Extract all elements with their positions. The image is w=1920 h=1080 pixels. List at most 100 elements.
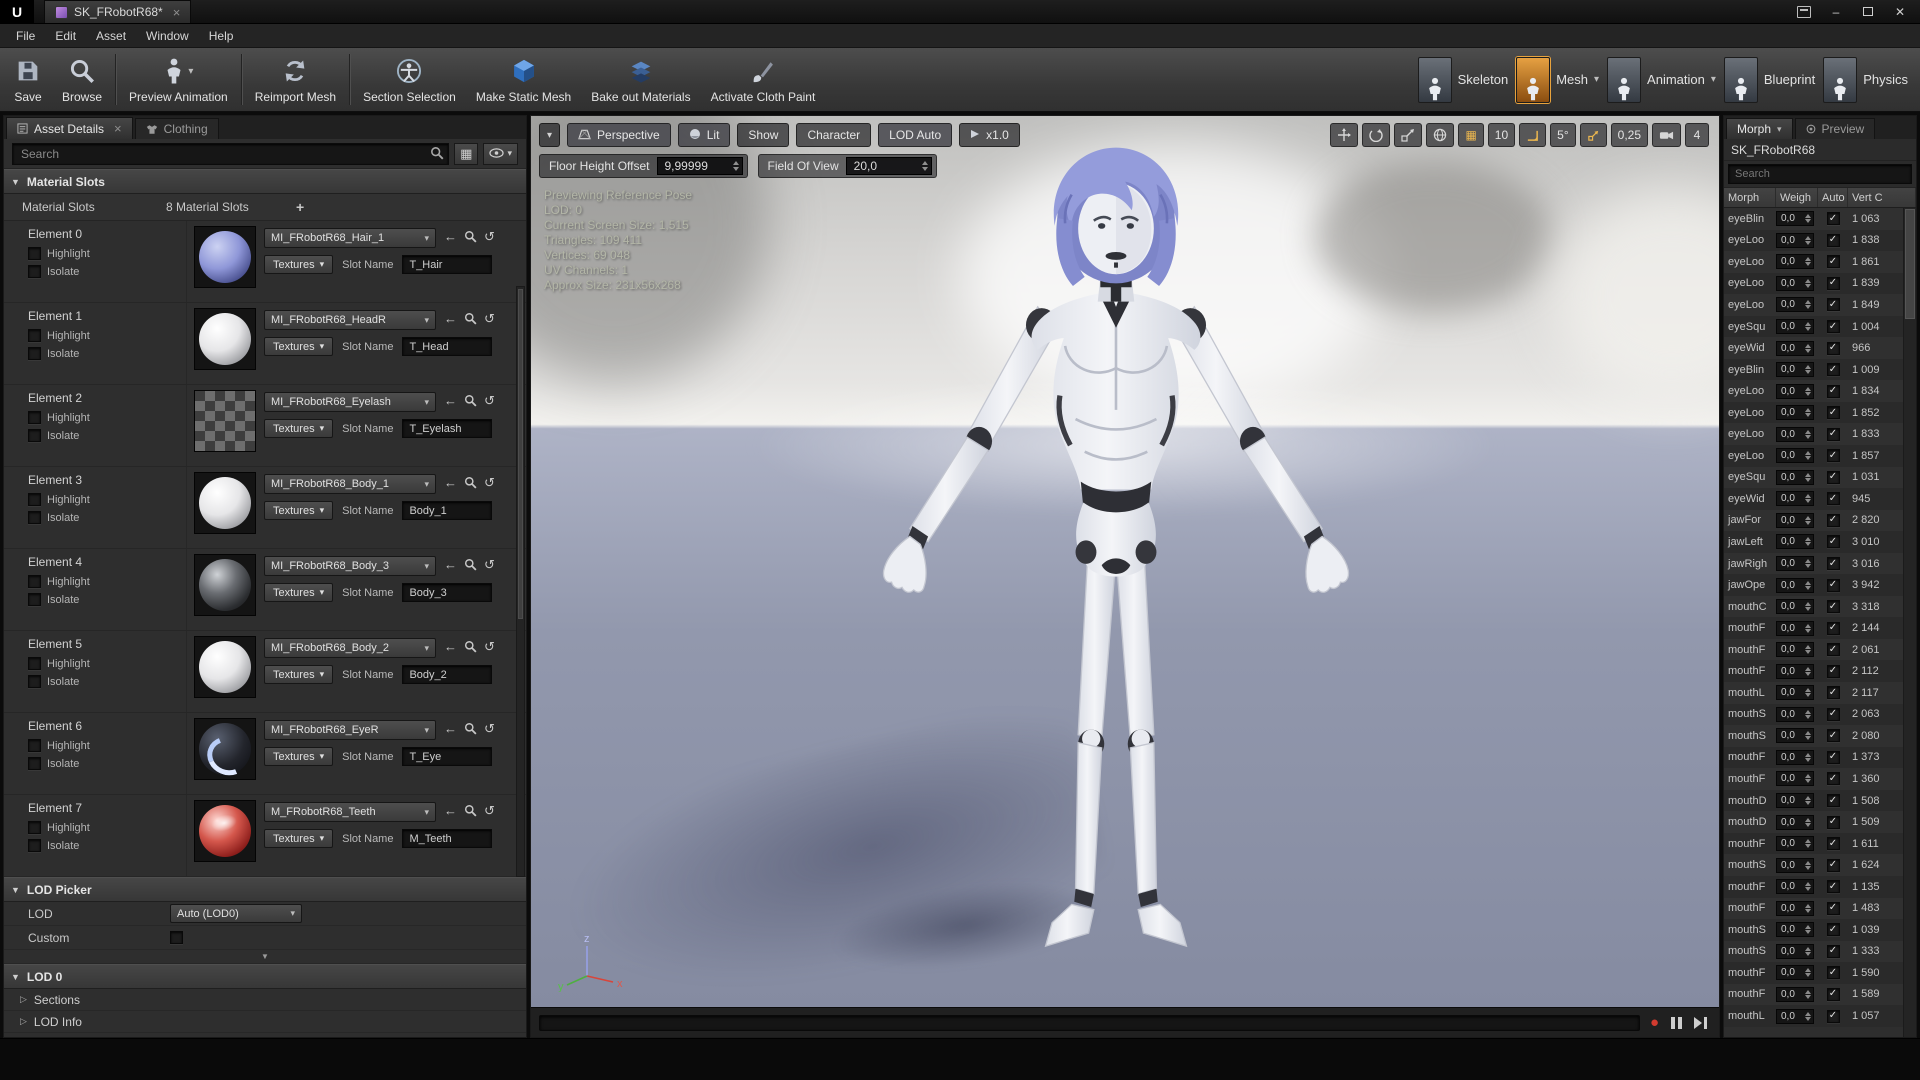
tab-close-icon[interactable]: × (114, 121, 122, 136)
spinner-icon[interactable] (1804, 408, 1812, 418)
morph-target-row[interactable]: jawLeft 0,0 ✓ 3 010 (1724, 531, 1903, 553)
lod-auto-button[interactable]: LOD Auto (878, 123, 953, 147)
isolate-toggle[interactable]: Isolate (28, 839, 79, 852)
spinner-icon[interactable] (1804, 235, 1812, 245)
world-coordinate-button[interactable] (1426, 123, 1455, 147)
highlight-checkbox[interactable] (28, 493, 41, 506)
morph-weight-input[interactable]: 0,0 (1776, 771, 1814, 787)
window-layout-icon[interactable] (1790, 2, 1818, 22)
lit-mode-button[interactable]: Lit (677, 123, 731, 147)
morph-target-row[interactable]: eyeSqu 0,0 ✓ 1 004 (1724, 315, 1903, 338)
morph-weight-input[interactable]: 0,0 (1776, 965, 1814, 981)
spinner-icon[interactable] (1804, 300, 1812, 310)
activate-cloth-paint-button[interactable]: Activate Cloth Paint (701, 48, 826, 111)
morph-target-row[interactable]: mouthF 0,0 ✓ 1 135 (1724, 875, 1903, 898)
morph-weight-input[interactable]: 0,0 (1776, 534, 1814, 550)
morph-target-row[interactable]: mouthS 0,0 ✓ 2 080 (1724, 725, 1903, 747)
lod-picker-header[interactable]: ▼ LOD Picker (4, 877, 526, 902)
spinner-icon[interactable] (1804, 559, 1812, 569)
reset-to-default-icon[interactable]: ↺ (484, 476, 495, 489)
translate-gizmo-button[interactable] (1330, 123, 1359, 147)
auto-checkbox[interactable]: ✓ (1826, 298, 1840, 312)
mode-blueprint[interactable]: Blueprint (1723, 56, 1815, 103)
auto-checkbox[interactable]: ✓ (1826, 255, 1840, 269)
morph-target-row[interactable]: eyeWid 0,0 ✓ 945 (1724, 488, 1903, 510)
morph-target-row[interactable]: mouthS 0,0 ✓ 1 624 (1724, 854, 1903, 876)
record-button[interactable]: ● (1650, 1015, 1659, 1030)
scrollbar-thumb[interactable] (1905, 209, 1915, 319)
auto-checkbox[interactable]: ✓ (1826, 664, 1840, 678)
tab-close-icon[interactable]: × (173, 5, 181, 20)
use-selected-asset-icon[interactable]: ← (444, 312, 457, 325)
morph-target-row[interactable]: jawRigh 0,0 ✓ 3 016 (1724, 552, 1903, 575)
slot-name-field[interactable]: Body_3 (402, 583, 493, 602)
morph-target-row[interactable]: eyeLoo 0,0 ✓ 1 839 (1724, 272, 1903, 295)
character-menu-button[interactable]: Character (796, 123, 872, 147)
reimport-mesh-button[interactable]: Reimport Mesh (245, 48, 346, 111)
highlight-checkbox[interactable] (28, 821, 41, 834)
auto-checkbox[interactable]: ✓ (1826, 944, 1840, 958)
material-slots-header[interactable]: ▼ Material Slots (4, 169, 526, 194)
column-auto[interactable]: Auto (1818, 188, 1848, 207)
make-static-mesh-button[interactable]: Make Static Mesh (466, 48, 581, 111)
highlight-toggle[interactable]: Highlight (28, 411, 90, 424)
highlight-toggle[interactable]: Highlight (28, 493, 90, 506)
spinner-icon[interactable] (732, 161, 739, 171)
save-button[interactable]: Save (4, 48, 52, 111)
slot-name-field[interactable]: Body_2 (402, 665, 493, 684)
scale-snap-toggle[interactable] (1579, 123, 1607, 147)
auto-checkbox[interactable]: ✓ (1826, 794, 1840, 808)
auto-checkbox[interactable]: ✓ (1826, 535, 1840, 549)
reset-to-default-icon[interactable]: ↺ (484, 804, 495, 817)
reset-to-default-icon[interactable]: ↺ (484, 230, 495, 243)
spinner-icon[interactable] (1804, 817, 1812, 827)
lod0-header[interactable]: ▼ LOD 0 (4, 964, 526, 989)
isolate-checkbox[interactable] (28, 265, 41, 278)
mode-mesh[interactable]: Mesh ▾ (1516, 56, 1599, 103)
morph-target-row[interactable]: eyeLoo 0,0 ✓ 1 852 (1724, 401, 1903, 424)
browse-to-asset-icon[interactable] (464, 558, 477, 571)
highlight-checkbox[interactable] (28, 329, 41, 342)
highlight-toggle[interactable]: Highlight (28, 739, 90, 752)
material-select-dropdown[interactable]: MI_FRobotR68_Hair_1 ▾ (264, 228, 436, 248)
slot-name-field[interactable]: Body_1 (402, 501, 493, 520)
spinner-icon[interactable] (1804, 214, 1812, 224)
rotate-gizmo-button[interactable] (1362, 123, 1391, 147)
reset-to-default-icon[interactable]: ↺ (484, 640, 495, 653)
material-thumbnail[interactable] (194, 636, 256, 698)
isolate-toggle[interactable]: Isolate (28, 675, 79, 688)
morph-target-row[interactable]: mouthS 0,0 ✓ 2 063 (1724, 703, 1903, 726)
morph-weight-input[interactable]: 0,0 (1776, 943, 1814, 959)
morph-target-row[interactable]: mouthS 0,0 ✓ 1 333 (1724, 940, 1903, 963)
morph-target-row[interactable]: mouthF 0,0 ✓ 1 590 (1724, 962, 1903, 984)
show-menu-button[interactable]: Show (737, 123, 790, 147)
highlight-toggle[interactable]: Highlight (28, 329, 90, 342)
auto-checkbox[interactable]: ✓ (1826, 643, 1840, 657)
isolate-checkbox[interactable] (28, 839, 41, 852)
auto-checkbox[interactable]: ✓ (1826, 557, 1840, 571)
morph-weight-input[interactable]: 0,0 (1776, 448, 1814, 464)
step-forward-button[interactable] (1694, 1016, 1707, 1029)
auto-checkbox[interactable]: ✓ (1826, 233, 1840, 247)
browse-to-asset-icon[interactable] (464, 312, 477, 325)
morph-target-row[interactable]: mouthD 0,0 ✓ 1 509 (1724, 811, 1903, 833)
playback-speed-button[interactable]: x1.0 (959, 123, 1020, 147)
spinner-icon[interactable] (1804, 774, 1812, 784)
isolate-toggle[interactable]: Isolate (28, 347, 79, 360)
morph-weight-input[interactable]: 0,0 (1776, 986, 1814, 1002)
morph-target-row[interactable]: mouthF 0,0 ✓ 1 611 (1724, 832, 1903, 855)
morph-weight-input[interactable]: 0,0 (1776, 362, 1814, 378)
morph-weight-input[interactable]: 0,0 (1776, 922, 1814, 938)
morph-scrollbar[interactable] (1903, 208, 1916, 1037)
material-thumbnail[interactable] (194, 554, 256, 616)
morph-weight-input[interactable]: 0,0 (1776, 340, 1814, 356)
use-selected-asset-icon[interactable]: ← (444, 804, 457, 817)
morph-weight-input[interactable]: 0,0 (1776, 728, 1814, 744)
highlight-checkbox[interactable] (28, 411, 41, 424)
material-thumbnail[interactable] (194, 800, 256, 862)
spinner-icon[interactable] (1804, 903, 1812, 913)
auto-checkbox[interactable]: ✓ (1826, 729, 1840, 743)
auto-checkbox[interactable]: ✓ (1826, 427, 1840, 441)
material-thumbnail[interactable] (194, 226, 256, 288)
morph-weight-input[interactable]: 0,0 (1776, 512, 1814, 528)
